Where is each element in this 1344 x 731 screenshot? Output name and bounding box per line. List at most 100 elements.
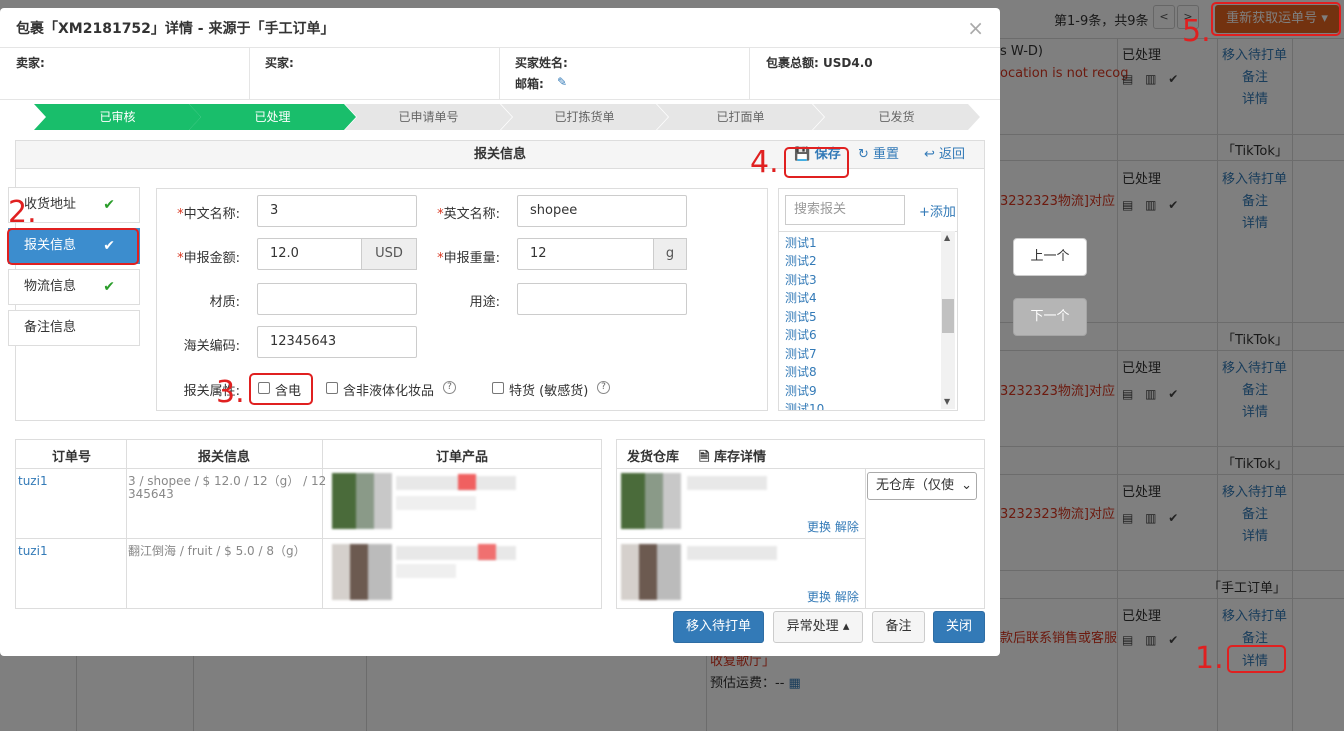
list-scrollbar[interactable]: ▲ ▼ [941,231,955,409]
highlight-box-4 [784,147,849,178]
liquid-cosmetics-label: 含非液体化妆品 [343,384,435,399]
highlight-box-1 [1227,645,1286,673]
package-total: 包裹总额: USD4.0 [766,56,873,70]
warehouse-actions[interactable]: 更换 解除 [807,518,859,535]
step-marker-1: 1. [1195,641,1224,676]
special-goods-checkbox[interactable] [492,382,504,394]
amount-input[interactable]: 12.0 [257,238,363,270]
step-marker-2: 2. [8,195,37,230]
product-name-blurred [687,546,777,560]
tab-logistics-info[interactable]: 物流信息 ✔ [8,269,140,305]
product-thumbnail [621,544,681,600]
unbind-link[interactable]: 解除 [835,520,859,534]
cn-name-label: *中文名称: [177,207,240,222]
step-shipped: 已发货 [813,104,980,130]
move-to-print-button[interactable]: 移入待打单 [673,611,764,643]
list-item[interactable]: 测试9 [785,382,817,400]
en-name-input[interactable]: shopee [517,195,687,227]
product-tag-blurred [478,544,496,560]
reply-icon: ↩ [924,147,935,162]
step-marker-4: 4. [750,145,779,180]
close-button[interactable]: 关闭 [933,611,985,643]
remark-button[interactable]: 备注 [872,611,925,643]
product-thumbnail [332,473,392,529]
list-item[interactable]: 测试7 [785,345,817,363]
warehouse-actions[interactable]: 更换 解除 [807,588,859,605]
product-name-blurred [396,476,516,490]
product-sku-blurred [396,564,456,578]
next-package-button[interactable]: 下一个 [1013,298,1087,336]
material-input[interactable] [257,283,417,315]
replace-link[interactable]: 更换 [807,520,831,534]
warehouse-header: 发货仓库 [627,450,680,465]
help-icon[interactable]: ? [597,381,610,394]
refresh-icon: ↻ [858,147,869,162]
edit-icon[interactable]: ✎ [557,75,567,89]
special-goods-label: 特货 (敏感货) [509,384,589,399]
warehouse-select[interactable]: 无仓库（仅使 ⌄ [867,472,977,500]
stock-detail-link[interactable]: 🗎 库存详情 [699,446,766,470]
scroll-down-icon[interactable]: ▼ [944,397,950,406]
orders-table: 订单号 报关信息 订单产品 tuzi1 3 / shopee / $ 12.0 … [15,439,602,609]
scroll-thumb[interactable] [942,299,954,333]
scroll-up-icon[interactable]: ▲ [944,233,950,242]
order-no-link[interactable]: tuzi1 [18,544,48,558]
product-thumbnail [332,544,392,600]
cn-name-input[interactable]: 3 [257,195,417,227]
col-customs-info: 报关信息 [198,450,251,465]
customs-search-input[interactable]: 搜索报关 [785,195,905,225]
usage-input[interactable] [517,283,687,315]
order-customs-line: 345643 [128,487,174,501]
package-info-bar: 卖家: 买家: 买家姓名: 邮箱: ✎ 包裹总额: USD4.0 [0,48,1000,100]
email-label: 邮箱: [515,77,544,91]
warehouse-table: 发货仓库 🗎 库存详情 更换 解除 更换 解除 无仓库（仅使 ⌄ [616,439,985,609]
exception-button[interactable]: 异常处理 ▴ [773,611,863,643]
highlight-box-3 [249,373,313,405]
list-item[interactable]: 测试3 [785,271,817,289]
col-order-product: 订单产品 [436,450,489,465]
help-icon[interactable]: ? [443,381,456,394]
buyer-name-label: 买家姓名: [515,56,568,70]
amount-label: *申报金额: [177,251,240,266]
check-icon: ✔ [103,197,115,213]
modal-header: 包裹「XM2181752」详情 - 来源于「手工订单」 × [0,8,1000,48]
liquid-cosmetics-checkbox[interactable] [326,382,338,394]
tab-remark-info[interactable]: 备注信息 [8,310,140,346]
prev-package-button[interactable]: 上一个 [1013,238,1087,276]
weight-label: *申报重量: [437,251,500,266]
usage-label: 用途: [469,295,500,310]
document-icon: 🗎 [699,450,710,465]
list-item[interactable]: 测试1 [785,234,817,252]
modal-title: 包裹「XM2181752」详情 - 来源于「手工订单」 [16,21,335,37]
currency-addon: USD [361,238,417,270]
hs-code-input[interactable]: 12345643 [257,326,417,358]
highlight-box-5 [1211,2,1341,36]
reset-button[interactable]: ↻ 重置 [858,141,899,169]
list-item[interactable]: 测试10 [785,400,824,410]
list-item[interactable]: 测试4 [785,289,817,307]
step-reviewed: 已审核 [34,104,201,130]
back-button[interactable]: ↩ 返回 [924,141,965,169]
list-item[interactable]: 测试6 [785,326,817,344]
material-label: 材质: [209,295,240,310]
step-marker-3: 3. [216,375,245,410]
close-icon[interactable]: × [967,16,984,40]
list-item[interactable]: 测试5 [785,308,817,326]
order-no-link[interactable]: tuzi1 [18,474,48,488]
product-thumbnail [621,473,681,529]
step-label-printed: 已打面单 [657,104,824,130]
buyer-label: 买家: [265,56,294,70]
product-tag-blurred [458,474,476,490]
product-name-blurred [687,476,767,490]
seller-label: 卖家: [16,56,45,70]
weight-unit-addon: g [653,238,687,270]
progress-steps: 已审核 已处理 已申请单号 已打拣货单 已打面单 已发货 [34,104,980,130]
unbind-link[interactable]: 解除 [835,590,859,604]
weight-input[interactable]: 12 [517,238,655,270]
caret-up-icon: ▴ [842,619,850,634]
product-name-blurred [396,546,516,560]
replace-link[interactable]: 更换 [807,590,831,604]
list-item[interactable]: 测试8 [785,363,817,381]
list-item[interactable]: 测试2 [785,252,817,270]
add-customs-link[interactable]: +添加 [919,201,956,220]
